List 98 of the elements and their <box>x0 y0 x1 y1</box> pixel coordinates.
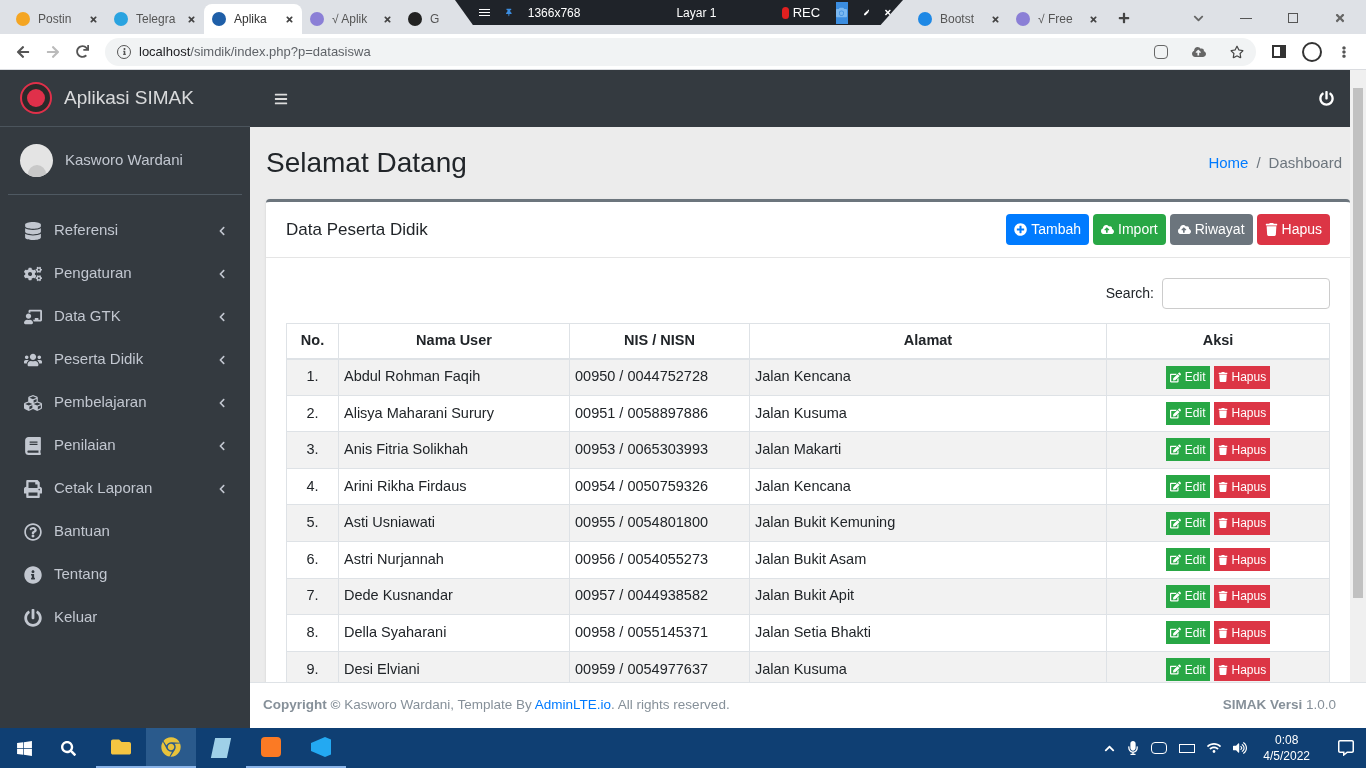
tab-title: G <box>430 11 440 28</box>
tab-title: √ Aplik <box>332 11 369 28</box>
table-cell: 1. <box>286 358 339 396</box>
tab-title: Bootst <box>940 11 976 28</box>
copyright-text: Copyright © Kasworo Wardani, Template By AdminLTE.io. All rights reserved. <box>263 696 730 715</box>
delete-button[interactable]: Hapus <box>1213 584 1271 608</box>
delete-button[interactable]: Hapus <box>1213 658 1271 682</box>
table-cell: 6. <box>286 541 339 579</box>
table-cell: Dede Kusnandar <box>338 578 570 615</box>
breadcrumb-separator: / <box>1256 152 1261 173</box>
sidebar-item[interactable]: Referensi <box>8 209 242 252</box>
delete-button[interactable]: Hapus <box>1213 401 1271 425</box>
column-header[interactable]: Nama User <box>338 323 570 359</box>
table-cell: Della Syaharani <box>338 614 570 652</box>
table-cell: 2. <box>286 395 339 432</box>
url-text: localhost/simdik/index.php?p=datasiswa <box>139 42 371 61</box>
sidebar-item[interactable]: Keluar <box>8 596 242 639</box>
delete-button[interactable]: Hapus <box>1213 438 1271 462</box>
tab-title: Aplika <box>234 11 268 28</box>
toolbar-button[interactable]: Hapus <box>1256 214 1330 245</box>
table-cell: Jalan Bukit Apit <box>749 578 1107 615</box>
sidebar-item[interactable]: Pembelajaran <box>8 381 242 424</box>
edit-button[interactable]: Edit <box>1165 475 1210 499</box>
table-cell: 00951 / 0058897886 <box>569 395 750 432</box>
table-cell: Astri Nurjannah <box>338 541 570 579</box>
screen-size: 1366x768 <box>527 4 581 22</box>
edit-button[interactable]: Edit <box>1165 548 1210 572</box>
table-cell: 00957 / 0044938582 <box>569 578 750 615</box>
table-cell: Abdul Rohman Faqih <box>338 358 570 396</box>
page-title: Selamat Datang <box>266 146 467 180</box>
card-title: Data Peserta Didik <box>286 218 428 241</box>
browser-tab[interactable]: √ Free <box>1008 4 1106 34</box>
search-label: Search: <box>1105 284 1154 303</box>
brand-name[interactable]: Aplikasi SIMAK <box>64 83 194 113</box>
delete-button[interactable]: Hapus <box>1213 548 1271 572</box>
column-header[interactable]: NIS / NISN <box>569 323 750 359</box>
table-cell: 4. <box>286 468 339 505</box>
tab-title: Postin <box>38 11 73 28</box>
toolbar-button[interactable]: Import <box>1093 214 1166 245</box>
version-text: SIMAK Versi 1.0.0 <box>1222 696 1336 715</box>
tab-title: Telegra <box>136 11 177 28</box>
table-cell: Jalan Bukit Kemuning <box>749 504 1107 542</box>
table-cell: 5. <box>286 504 339 542</box>
table-cell: 00958 / 0055145371 <box>569 614 750 652</box>
sidebar-item[interactable]: Bantuan <box>8 510 242 553</box>
delete-button[interactable]: Hapus <box>1213 621 1271 645</box>
browser-tab[interactable]: Postin <box>8 4 106 34</box>
table-cell: Jalan Kencana <box>749 468 1107 505</box>
breadcrumb-current: Dashboard <box>1268 152 1342 173</box>
table-cell: 3. <box>286 431 339 469</box>
breadcrumb-link[interactable]: Home <box>1208 151 1249 175</box>
sidebar-item[interactable]: Pengaturan <box>8 252 242 295</box>
edit-button[interactable]: Edit <box>1165 511 1210 535</box>
table-cell: 00955 / 0054801800 <box>569 504 750 542</box>
column-header[interactable]: Aksi <box>1106 323 1330 359</box>
table-cell: Jalan Makarti <box>749 431 1107 469</box>
clock[interactable]: 0:08 4/5/2022 <box>1259 732 1314 764</box>
table-cell: Jalan Setia Bhakti <box>749 614 1107 652</box>
address-field[interactable]: localhost/simdik/index.php?p=datasiswa <box>105 37 1256 66</box>
table-cell: Alisya Maharani Surury <box>338 395 570 432</box>
browser-tab[interactable]: √ Aplik <box>302 4 400 34</box>
table-cell: 00950 / 0044752728 <box>569 358 750 396</box>
tab-title: √ Free <box>1038 11 1074 28</box>
table-cell: Anis Fitria Solikhah <box>338 431 570 469</box>
table-cell: Asti Usniawati <box>338 504 570 542</box>
delete-button[interactable]: Hapus <box>1213 511 1271 535</box>
table-cell: 00956 / 0054055273 <box>569 541 750 579</box>
table-cell: 8. <box>286 614 339 652</box>
table-cell: 7. <box>286 578 339 615</box>
table-cell: 00954 / 0050759326 <box>569 468 750 505</box>
sidebar-item[interactable]: Data GTK <box>8 295 242 338</box>
table-cell: Jalan Bukit Asam <box>749 541 1107 579</box>
column-header[interactable]: Alamat <box>749 323 1107 359</box>
table-cell: 00953 / 0065303993 <box>569 431 750 469</box>
toolbar-button[interactable]: Riwayat <box>1169 214 1253 245</box>
table-cell: Jalan Kusuma <box>749 395 1107 432</box>
column-header[interactable]: No. <box>286 323 339 359</box>
record-label[interactable]: REC <box>792 2 821 23</box>
browser-tab[interactable]: Bootst <box>910 4 1008 34</box>
browser-tab[interactable]: Telegra <box>106 4 204 34</box>
table-cell: Arini Rikha Firdaus <box>338 468 570 505</box>
table-cell: Jalan Kencana <box>749 358 1107 396</box>
edit-button[interactable]: Edit <box>1165 438 1210 462</box>
sidebar-item[interactable]: Cetak Laporan <box>8 467 242 510</box>
delete-button[interactable]: Hapus <box>1213 475 1271 499</box>
toolbar-button[interactable]: Tambah <box>1006 214 1090 245</box>
edit-button[interactable]: Edit <box>1165 658 1210 682</box>
browser-tab[interactable]: Aplika <box>204 4 302 34</box>
edit-button[interactable]: Edit <box>1165 401 1210 425</box>
user-name[interactable]: Kasworo Wardani <box>65 149 183 172</box>
delete-button[interactable]: Hapus <box>1213 365 1271 389</box>
sidebar-item[interactable]: Peserta Didik <box>8 338 242 381</box>
sidebar-item[interactable]: Tentang <box>8 553 242 596</box>
edit-button[interactable]: Edit <box>1165 365 1210 389</box>
sidebar-item[interactable]: Penilaian <box>8 424 242 467</box>
layer-label: Layar 1 <box>676 4 717 22</box>
edit-button[interactable]: Edit <box>1165 621 1210 645</box>
edit-button[interactable]: Edit <box>1165 584 1210 608</box>
